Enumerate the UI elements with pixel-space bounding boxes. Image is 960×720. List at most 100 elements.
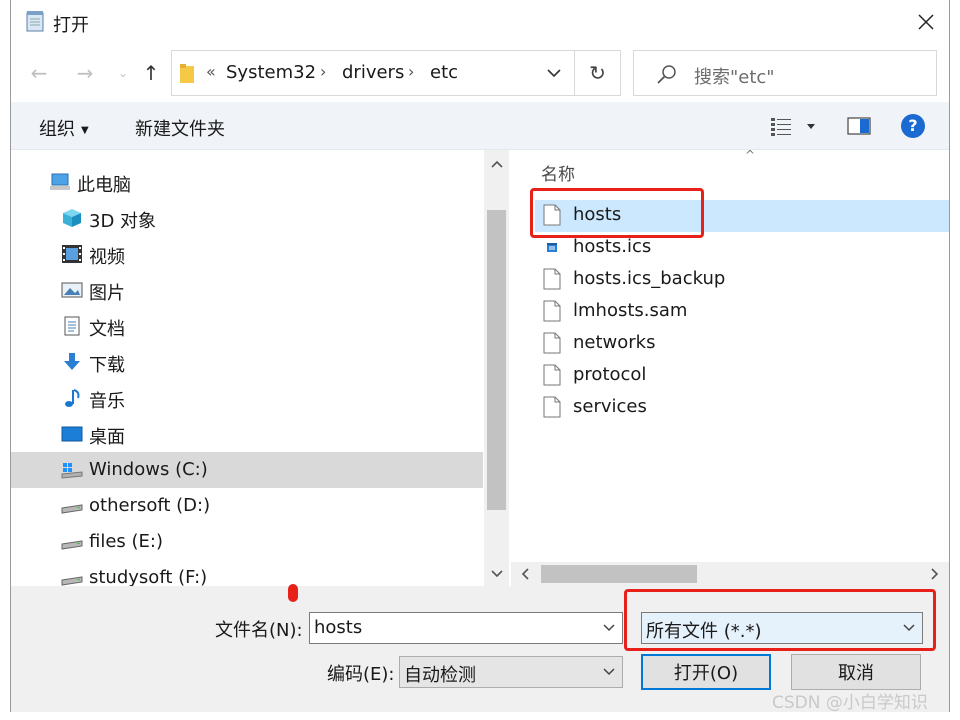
file-icon xyxy=(543,300,561,322)
file-label: hosts.ics_backup xyxy=(573,268,726,289)
nav-item-desktop[interactable]: 桌面 xyxy=(11,416,483,452)
help-button[interactable]: ? xyxy=(901,114,925,138)
nav-label: othersoft (D:) xyxy=(89,495,211,516)
nav-scrollbar-thumb[interactable] xyxy=(487,210,506,510)
search-placeholder: 搜索"etc" xyxy=(694,67,775,88)
filename-label: 文件名(N): xyxy=(215,620,303,641)
forward-button[interactable]: → xyxy=(71,58,99,88)
command-bar: 组织 ▼ 新建文件夹 ? xyxy=(11,102,949,150)
file-label: hosts.ics xyxy=(573,236,652,257)
close-button[interactable] xyxy=(903,0,949,44)
cube-3d-icon xyxy=(63,209,81,227)
scroll-down-icon[interactable] xyxy=(484,562,509,586)
encoding-dropdown[interactable] xyxy=(596,657,622,687)
drive-icon xyxy=(61,576,83,586)
computer-icon xyxy=(50,173,70,190)
file-label: lmhosts.sam xyxy=(573,300,688,321)
nav-item-downloads[interactable]: 下载 xyxy=(11,344,483,380)
file-label: protocol xyxy=(573,364,647,385)
scroll-left-icon[interactable] xyxy=(513,562,537,586)
drive-icon xyxy=(61,504,83,514)
chevron-right-icon: › xyxy=(320,62,327,81)
arrow-right-icon: → xyxy=(76,61,94,85)
encoding-value: 自动检测 xyxy=(404,665,476,686)
back-button[interactable]: ← xyxy=(25,58,53,88)
column-header-name[interactable]: 名称 xyxy=(541,160,575,185)
caret-down-icon: ▼ xyxy=(81,124,89,136)
scroll-up-icon[interactable] xyxy=(484,152,509,176)
nav-item-pictures[interactable]: 图片 xyxy=(11,272,483,308)
preview-pane-button[interactable] xyxy=(847,116,871,136)
video-icon xyxy=(62,245,82,263)
breadcrumb-drivers[interactable]: drivers xyxy=(342,62,404,83)
nav-label: 文档 xyxy=(89,319,125,340)
nav-item-3d-objects[interactable]: 3D 对象 xyxy=(11,200,483,236)
nav-item-documents[interactable]: 文档 xyxy=(11,308,483,344)
nav-item-files-e[interactable]: files (E:) xyxy=(11,524,483,560)
cancel-button[interactable]: 取消 xyxy=(791,654,921,690)
breadcrumb-etc[interactable]: etc xyxy=(430,62,458,83)
nav-item-windows-c[interactable]: Windows (C:) xyxy=(11,452,483,488)
details-view-icon xyxy=(771,118,815,136)
nav-label: 视频 xyxy=(89,247,125,268)
file-icon xyxy=(543,364,561,386)
nav-item-videos[interactable]: 视频 xyxy=(11,236,483,272)
download-icon xyxy=(64,353,80,370)
arrow-left-icon: ← xyxy=(30,61,48,85)
annotation-highlight-hosts xyxy=(530,188,704,238)
nav-label: 3D 对象 xyxy=(89,211,157,232)
file-list-h-scrollbar[interactable] xyxy=(511,562,949,586)
nav-item-this-pc[interactable]: 此电脑 xyxy=(11,164,483,200)
open-button[interactable]: 打开(O) xyxy=(641,654,771,690)
view-options-button[interactable] xyxy=(769,114,829,140)
chevron-right-icon: › xyxy=(408,62,415,81)
address-row: ← → ⌄ ↑ « System32 › drivers › etc ↻ 搜索"… xyxy=(11,44,949,102)
nav-item-studysoft-f[interactable]: studysoft (F:) xyxy=(11,560,483,586)
file-row-protocol[interactable]: protocol xyxy=(535,360,949,392)
nav-label: studysoft (F:) xyxy=(89,567,208,586)
watermark: CSDN @小白学知识 xyxy=(772,693,928,713)
refresh-button[interactable]: ↻ xyxy=(574,51,620,95)
arrow-up-icon: ↑ xyxy=(142,61,160,85)
scroll-right-icon[interactable] xyxy=(923,562,947,586)
window-title: 打开 xyxy=(53,15,89,36)
windows-drive-icon xyxy=(61,463,83,479)
close-icon xyxy=(918,14,934,30)
sort-ascending-icon: ^ xyxy=(745,150,756,162)
ics-file-icon xyxy=(547,243,557,252)
file-row-hosts-ics-backup[interactable]: hosts.ics_backup xyxy=(535,264,949,296)
nav-label: 此电脑 xyxy=(77,175,131,196)
file-row-lmhosts-sam[interactable]: lmhosts.sam xyxy=(535,296,949,328)
nav-label: 桌面 xyxy=(89,427,125,448)
filename-input[interactable]: hosts xyxy=(309,612,623,644)
drive-icon xyxy=(61,540,83,550)
filename-value: hosts xyxy=(314,617,363,638)
h-scrollbar-thumb[interactable] xyxy=(541,565,697,583)
annotation-dot xyxy=(288,584,298,602)
recent-locations-button[interactable]: ⌄ xyxy=(109,58,137,88)
file-icon xyxy=(543,332,561,354)
nav-item-othersoft-d[interactable]: othersoft (D:) xyxy=(11,488,483,524)
nav-label: 音乐 xyxy=(89,391,125,412)
chevron-down-icon: ⌄ xyxy=(117,66,129,80)
file-row-services[interactable]: services xyxy=(535,392,949,424)
file-icon xyxy=(543,396,561,418)
organize-menu-button[interactable]: 组织 ▼ xyxy=(39,115,89,141)
address-dropdown-button[interactable] xyxy=(534,51,574,95)
filename-history-button[interactable] xyxy=(596,613,622,643)
address-bar[interactable]: « System32 › drivers › etc ↻ xyxy=(171,50,621,96)
encoding-label: 编码(E): xyxy=(327,664,395,685)
breadcrumb-system32[interactable]: System32 xyxy=(226,62,316,83)
up-button[interactable]: ↑ xyxy=(137,58,165,88)
chevron-down-icon xyxy=(603,624,615,632)
folder-icon xyxy=(180,64,194,83)
new-folder-button[interactable]: 新建文件夹 xyxy=(135,115,225,141)
nav-item-music[interactable]: 音乐 xyxy=(11,380,483,416)
nav-scrollbar[interactable] xyxy=(484,150,509,586)
encoding-select[interactable]: 自动检测 xyxy=(399,656,623,688)
search-input[interactable]: 搜索"etc" xyxy=(633,50,937,96)
file-row-networks[interactable]: networks xyxy=(535,328,949,360)
breadcrumb-overflow[interactable]: « xyxy=(206,62,216,81)
title-bar: 打开 xyxy=(11,0,949,44)
document-icon xyxy=(64,316,80,336)
